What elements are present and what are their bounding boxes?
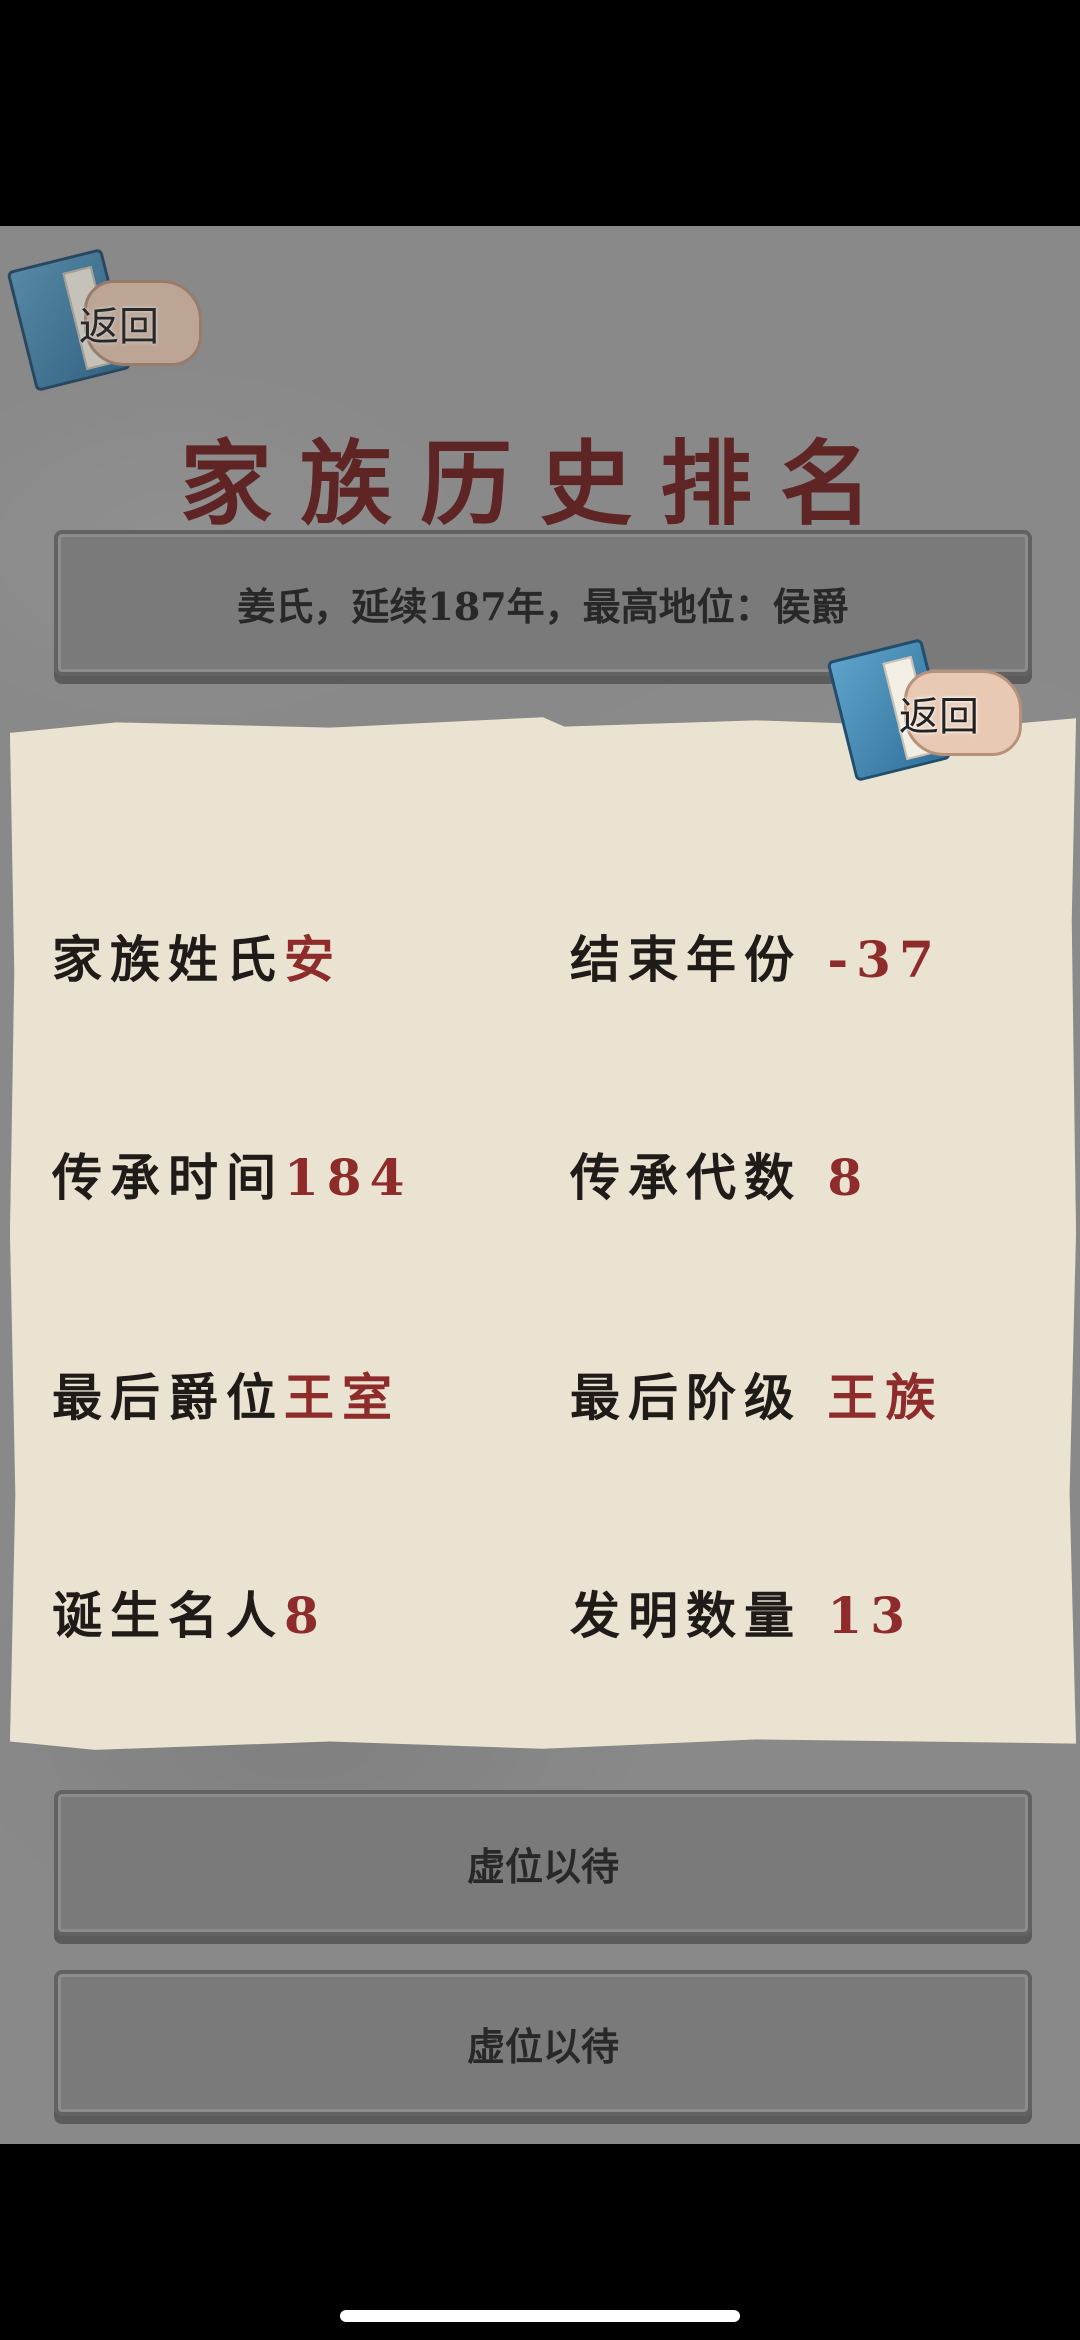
home-indicator[interactable] [340, 2310, 740, 2322]
stat-value: 8 [284, 1586, 327, 1645]
stat-value: 8 [827, 1148, 871, 1207]
stat-value: 王室 [284, 1368, 400, 1427]
stat-label: 结束年份 [570, 930, 802, 989]
stat-label: 发明数量 [570, 1586, 802, 1645]
stat-famous-people: 诞生名人8 [52, 1576, 327, 1648]
stat-last-class: 最后阶级 王族 [570, 1358, 943, 1430]
stat-label: 最后阶级 [570, 1368, 802, 1427]
stat-value: 13 [827, 1586, 914, 1645]
stat-last-title: 最后爵位王室 [52, 1358, 400, 1430]
stat-value: 安 [284, 930, 342, 989]
popup-close-button[interactable]: 返回 [826, 637, 1024, 783]
stat-label: 家族姓氏 [52, 930, 284, 989]
stat-label: 传承时间 [52, 1148, 284, 1207]
stat-value: 184 [284, 1148, 413, 1207]
screen: 返回 家族历史排名 姜氏，延续187年，最高地位：侯爵 虚位以待 虚位以待 返回… [0, 0, 1080, 2340]
stat-value: 王族 [827, 1368, 944, 1427]
stat-inventions: 发明数量 13 [570, 1576, 913, 1648]
stat-generations: 传承代数 8 [570, 1138, 870, 1210]
stat-end-year: 结束年份 -37 [570, 920, 942, 992]
popup-close-label: 返回 [899, 694, 979, 740]
stat-inheritance-time: 传承时间184 [52, 1138, 412, 1210]
stat-value: -37 [827, 930, 942, 989]
stat-family-surname: 家族姓氏安 [52, 920, 342, 992]
stat-label: 传承代数 [570, 1148, 802, 1207]
stat-label: 诞生名人 [52, 1586, 284, 1645]
stat-label: 最后爵位 [52, 1368, 284, 1427]
